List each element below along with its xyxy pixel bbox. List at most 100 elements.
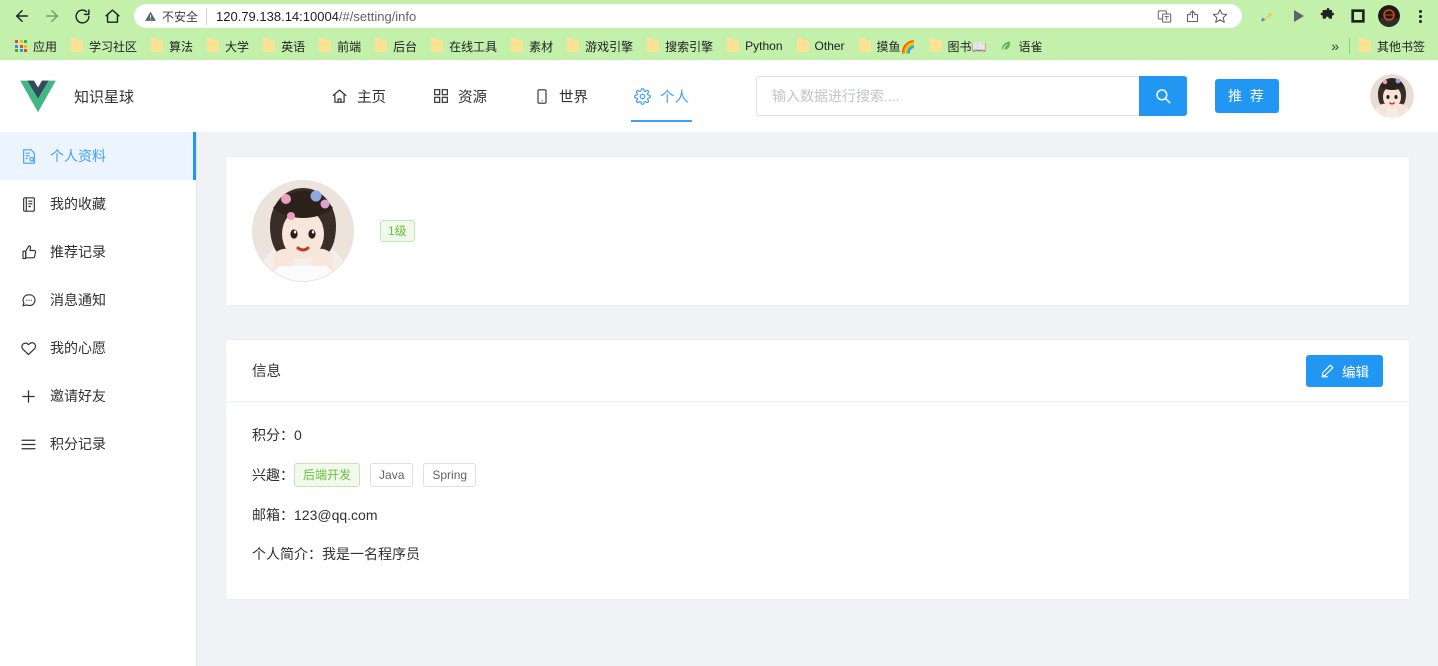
interest-tag: Spring xyxy=(423,463,477,487)
sidebar-item-invite[interactable]: 邀请好友 xyxy=(0,372,196,420)
info-card: 信息 编辑 积分： 0 兴趣： 后端开发 Java Spring 邮箱： 123… xyxy=(225,339,1410,600)
application-viewport: 知识星球 主页 资源 世界 个人 输入数据进行搜索.... 推 荐 个人资料 我… xyxy=(0,60,1438,666)
sidebar-item-label: 积分记录 xyxy=(50,436,106,452)
folder-icon xyxy=(511,38,524,52)
info-label: 兴趣： xyxy=(252,467,294,483)
security-indicator[interactable]: 不安全 xyxy=(144,7,208,25)
bookmarks-overflow-button[interactable]: » xyxy=(1323,36,1347,56)
bookmark-apps[interactable]: 应用 xyxy=(8,35,64,58)
folder-icon xyxy=(263,38,276,52)
bookmark-item[interactable]: 语雀 xyxy=(993,35,1049,58)
folder-icon xyxy=(796,38,809,52)
share-icon[interactable] xyxy=(1180,4,1204,28)
sidebar: 个人资料 我的收藏 推荐记录 消息通知 我的心愿 邀请好友 积分记录 xyxy=(0,132,197,666)
sidebar-item-collection[interactable]: 我的收藏 xyxy=(0,180,196,228)
browser-menu-button[interactable] xyxy=(1410,4,1430,28)
bookmark-label: 素材 xyxy=(529,39,554,54)
reload-button[interactable] xyxy=(68,2,96,30)
vue-logo-icon xyxy=(20,80,56,113)
sidebar-item-label: 邀请好友 xyxy=(50,388,106,404)
search-input[interactable] xyxy=(756,76,1139,116)
translate-icon[interactable] xyxy=(1152,4,1176,28)
info-card-title: 信息 xyxy=(252,364,281,380)
brand[interactable]: 知识星球 xyxy=(18,79,308,113)
search-button[interactable] xyxy=(1139,76,1187,116)
brand-name: 知识星球 xyxy=(74,88,135,106)
avatar[interactable] xyxy=(252,180,354,282)
content-area: 1级 信息 编辑 积分： 0 兴趣： 后端开发 Java Spring 邮箱： … xyxy=(197,132,1438,666)
sidebar-item-wishes[interactable]: 我的心愿 xyxy=(0,324,196,372)
forward-button[interactable] xyxy=(38,2,66,30)
home-icon xyxy=(331,88,348,105)
nav-tab-personal[interactable]: 个人 xyxy=(611,60,712,132)
main-nav: 主页 资源 世界 个人 xyxy=(308,60,712,132)
thumbs-up-icon xyxy=(20,244,37,261)
security-label: 不安全 xyxy=(162,9,199,24)
book-icon xyxy=(533,88,550,105)
bookmark-item[interactable]: 摸鱼🌈 xyxy=(852,35,923,58)
bookmark-item[interactable]: 前端 xyxy=(312,35,368,58)
profile-doc-icon xyxy=(20,148,37,165)
sidebar-item-recommend-history[interactable]: 推荐记录 xyxy=(0,228,196,276)
grid-icon xyxy=(432,88,449,105)
bookmark-item[interactable]: Python xyxy=(720,36,789,56)
back-button[interactable] xyxy=(8,2,36,30)
search-box xyxy=(756,76,1187,116)
bookmark-item[interactable]: 学习社区 xyxy=(64,35,144,58)
nav-tab-world[interactable]: 世界 xyxy=(510,60,611,132)
other-bookmarks-button[interactable]: 其他书签 xyxy=(1352,35,1432,58)
brush-extension-icon[interactable] xyxy=(1258,6,1278,26)
info-row-points: 积分： 0 xyxy=(252,424,1383,446)
info-card-body: 积分： 0 兴趣： 后端开发 Java Spring 邮箱： 123@qq.co… xyxy=(226,402,1409,599)
nav-tab-resources[interactable]: 资源 xyxy=(409,60,510,132)
bookmark-label: 摸鱼🌈 xyxy=(876,39,916,54)
bookmark-item[interactable]: 在线工具 xyxy=(424,35,504,58)
bookmark-item[interactable]: 素材 xyxy=(504,35,560,58)
folder-icon xyxy=(375,38,388,52)
puzzle-extension-icon[interactable] xyxy=(1318,6,1338,26)
info-row-email: 邮箱： 123@qq.com xyxy=(252,504,1383,526)
square-extension-icon[interactable] xyxy=(1348,6,1368,26)
interest-tag: 后端开发 xyxy=(294,463,361,487)
play-extension-icon[interactable] xyxy=(1288,6,1308,26)
sidebar-item-profile[interactable]: 个人资料 xyxy=(0,132,196,180)
bookmark-label: 前端 xyxy=(337,39,362,54)
info-value: 123@qq.com xyxy=(294,507,378,523)
bookmark-label: 大学 xyxy=(225,39,250,54)
bookmark-item[interactable]: 后台 xyxy=(368,35,424,58)
profile-card: 1级 xyxy=(225,156,1410,306)
bookmark-item[interactable]: 游戏引擎 xyxy=(560,35,640,58)
bookmark-label: 在线工具 xyxy=(449,39,498,54)
info-value: 0 xyxy=(294,427,302,443)
address-bar[interactable]: 不安全 120.79.138.14:10004/#/setting/info xyxy=(134,4,1242,28)
folder-icon xyxy=(727,38,740,52)
bookmark-label: 应用 xyxy=(33,39,58,54)
nav-tab-label: 主页 xyxy=(357,89,386,106)
omnibox-actions xyxy=(1152,4,1232,28)
bookmark-item[interactable]: Other xyxy=(790,36,852,56)
bookmark-item[interactable]: 搜索引擎 xyxy=(640,35,720,58)
bookmark-label: 英语 xyxy=(281,39,306,54)
edit-button[interactable]: 编辑 xyxy=(1306,354,1383,387)
app-header: 知识星球 主页 资源 世界 个人 输入数据进行搜索.... 推 荐 xyxy=(0,60,1438,132)
home-button[interactable] xyxy=(98,2,126,30)
nav-tab-home[interactable]: 主页 xyxy=(308,60,409,132)
bookmark-item[interactable]: 图书📖 xyxy=(923,35,994,58)
browser-profile-avatar[interactable] xyxy=(1378,5,1400,27)
sidebar-item-points-history[interactable]: 积分记录 xyxy=(0,420,196,468)
bookmark-item[interactable]: 英语 xyxy=(256,35,312,58)
info-row-interests: 兴趣： 后端开发 Java Spring xyxy=(252,463,1383,487)
bookmark-item[interactable]: 算法 xyxy=(144,35,200,58)
warning-triangle-icon xyxy=(145,11,156,21)
header-avatar[interactable] xyxy=(1370,74,1414,118)
sidebar-item-notifications[interactable]: 消息通知 xyxy=(0,276,196,324)
bookmark-star-icon[interactable] xyxy=(1208,4,1232,28)
plus-icon xyxy=(20,388,37,405)
bookmark-label: Python xyxy=(745,39,783,53)
folder-icon xyxy=(929,38,942,52)
info-value: 我是一名程序员 xyxy=(322,546,420,562)
recommend-button[interactable]: 推 荐 xyxy=(1215,79,1279,113)
bookmark-item[interactable]: 大学 xyxy=(200,35,256,58)
bookmark-label: 后台 xyxy=(393,39,418,54)
browser-chrome: 不安全 120.79.138.14:10004/#/setting/info 应… xyxy=(0,0,1438,60)
